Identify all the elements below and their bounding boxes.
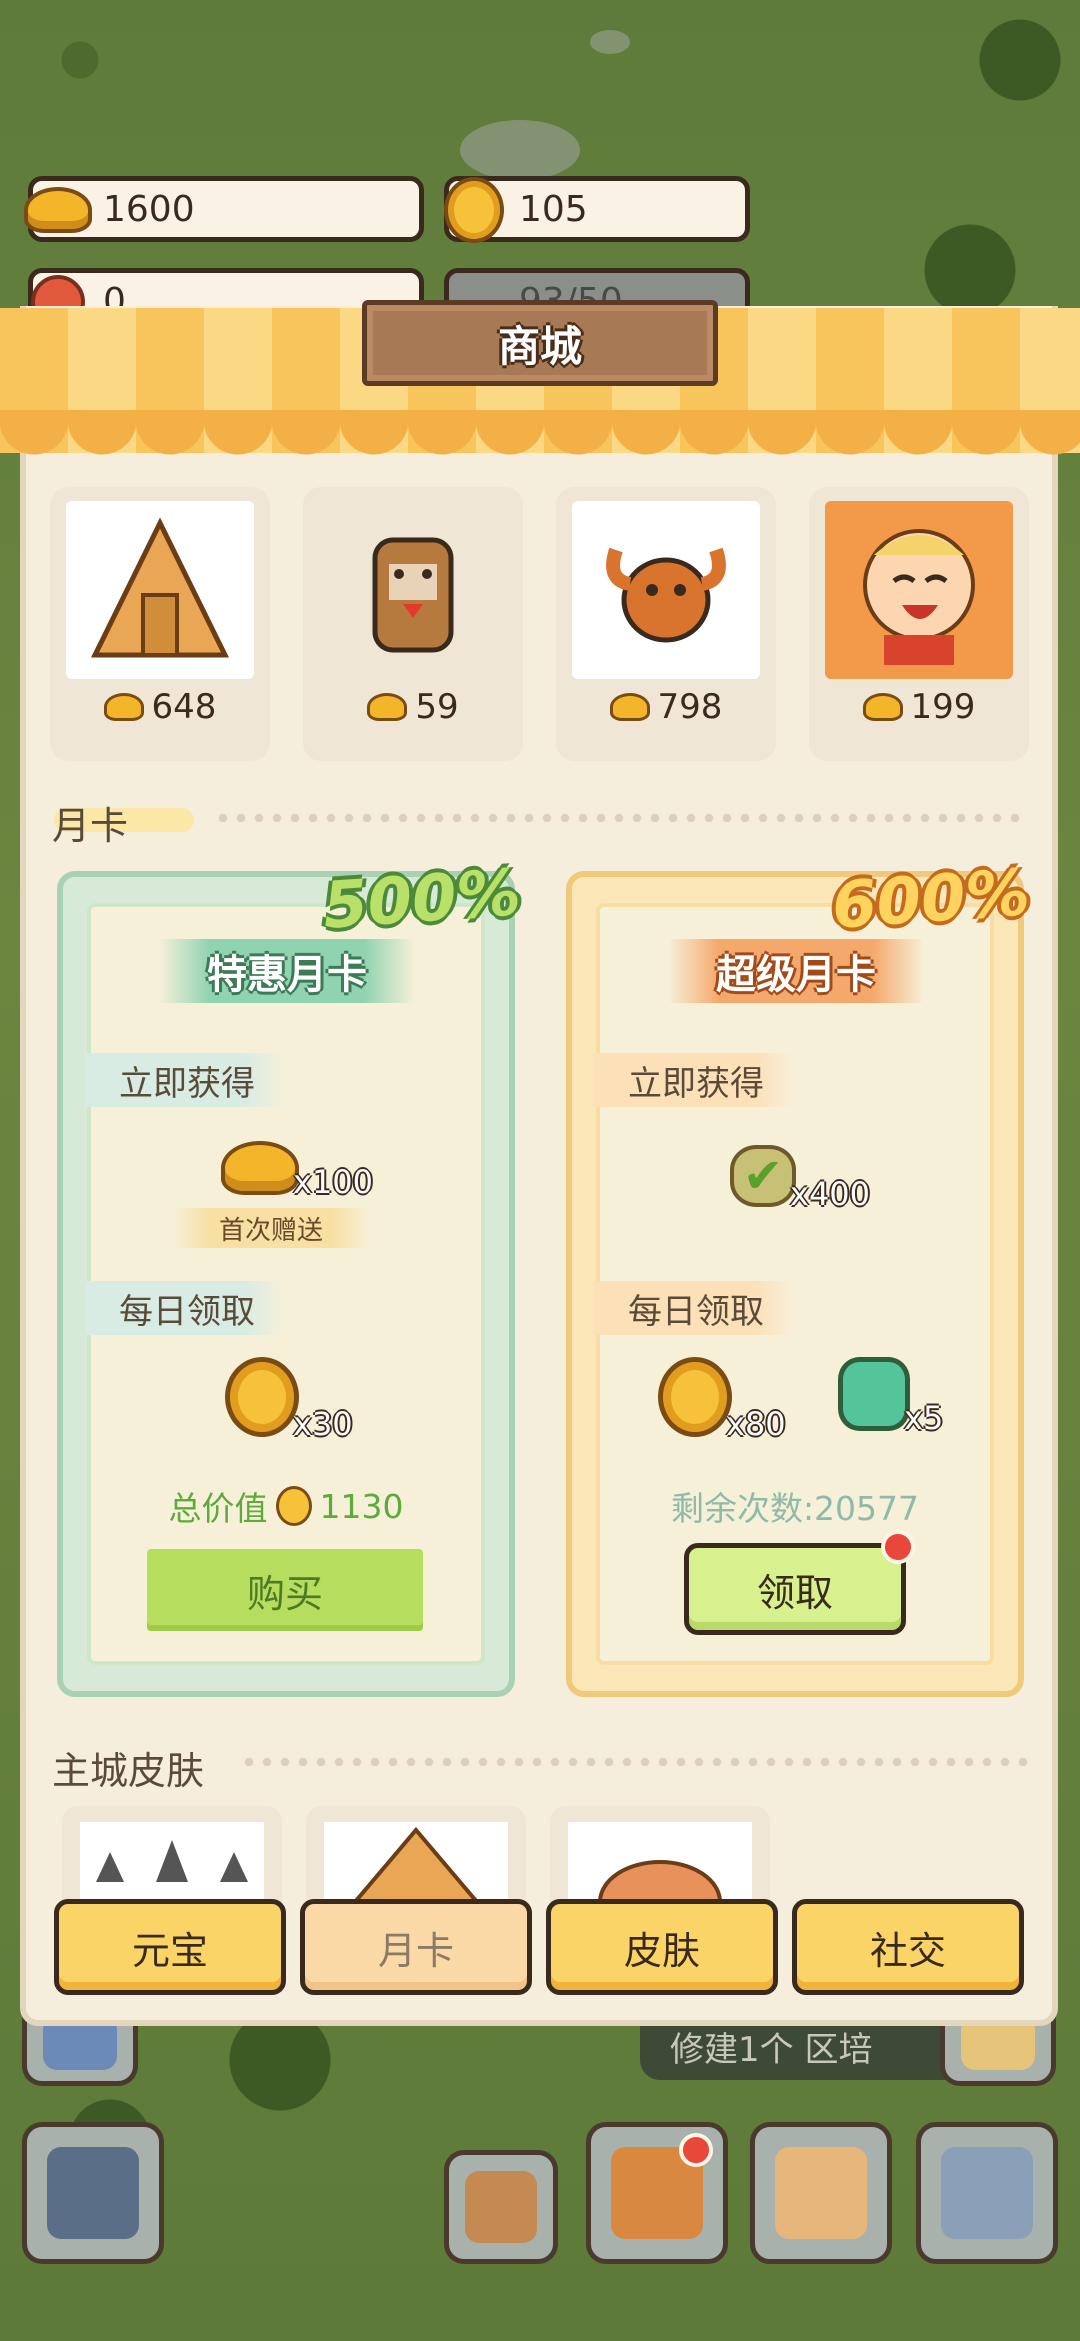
featured-item-child[interactable]: 199 [809, 487, 1029, 761]
instant-qty: x400 [790, 1175, 871, 1213]
bag-icon [464, 2170, 538, 2244]
gold-coin-icon [225, 1357, 299, 1437]
instant-qty: x100 [293, 1163, 374, 1201]
daily-qty: x30 [293, 1405, 353, 1443]
instant-reward: x100 [221, 1141, 373, 1201]
card-title: 特惠月卡 [159, 939, 415, 1003]
instant-label: 立即获得 [594, 1053, 794, 1107]
featured-item-dog[interactable]: 59 [303, 487, 523, 761]
ingot-icon [103, 693, 144, 721]
rock-decoration [590, 30, 630, 54]
item-price: 59 [303, 683, 523, 731]
map-icon [774, 2146, 868, 2240]
first-gift-label: 首次赠送 [171, 1208, 371, 1248]
claim-button[interactable]: 领取 [684, 1530, 915, 1635]
daily-reward: x30 [225, 1357, 353, 1443]
rock-decoration [460, 120, 580, 180]
item-price: 648 [50, 683, 270, 731]
daily-label: 每日领取 [594, 1281, 794, 1335]
percent-badge: 500% [320, 856, 524, 944]
coin-resource-bar: 105 [444, 176, 750, 243]
laughing-child-art [825, 501, 1013, 679]
gold-coin-icon [658, 1357, 732, 1437]
coin-icon [275, 1486, 312, 1526]
total-amount: 1130 [319, 1486, 404, 1526]
percent-badge: 600% [829, 856, 1033, 944]
monthly-card-discount: 500% 特惠月卡 立即获得 x100 首次赠送 每日领取 x30 总价值 11… [57, 856, 523, 1697]
section-divider [240, 1758, 1030, 1766]
total-value: 总价值 1130 [63, 1482, 509, 1530]
dock-home-button[interactable] [22, 2122, 164, 2264]
shop-title: 商城 [497, 321, 582, 371]
skin-item[interactable] [550, 1806, 770, 1906]
section-divider [214, 814, 1024, 822]
crab-warrior-art [572, 501, 760, 679]
ingot-icon [367, 693, 408, 721]
remaining-count: 剩余次数:20577 [670, 1489, 920, 1528]
featured-item-crab[interactable]: 798 [556, 487, 776, 761]
ingot-icon [862, 693, 903, 721]
dock-friends-button[interactable] [916, 2122, 1058, 2264]
check-token-icon: ✔ [730, 1145, 796, 1207]
skin-item[interactable] [62, 1806, 282, 1906]
tab-monthly-card[interactable]: 月卡 [300, 1899, 532, 1995]
stone-castle-skin-art [80, 1822, 264, 1906]
gold-ingot-icon [23, 177, 93, 243]
tab-ingot[interactable]: 元宝 [54, 1899, 286, 1995]
friends-icon [940, 2146, 1034, 2240]
castle-return-icon [46, 2146, 140, 2240]
ingot-resource-bar: 1600 [24, 176, 424, 242]
notification-dot [679, 2133, 713, 2167]
monthly-card-super: 600% 超级月卡 立即获得 ✔ x400 每日领取 x80 x5 剩余次数:2… [566, 856, 1032, 1697]
daily-label: 每日领取 [85, 1281, 285, 1335]
task-hint-text: 修建1个 区培 [670, 2029, 873, 2070]
card-title: 超级月卡 [668, 939, 924, 1003]
gold-coin-icon [439, 177, 509, 243]
total-label: 总价值 [168, 1489, 268, 1528]
tab-skin[interactable]: 皮肤 [546, 1899, 778, 1995]
shop-title-plank: 商城 [362, 300, 718, 386]
daily-reward-coin: x80 [658, 1357, 786, 1443]
gold-ingot-icon [221, 1141, 299, 1195]
daily-qty: x80 [726, 1405, 786, 1443]
dock-shop-button[interactable] [586, 2122, 728, 2264]
pyramid-skin-art [324, 1822, 508, 1906]
notification-dot [881, 1530, 915, 1564]
coin-count: 105 [519, 188, 588, 230]
claim-label: 领取 [756, 1570, 833, 1615]
daily-reward-gem: x5 [838, 1357, 943, 1437]
awning-scallop [0, 420, 1080, 460]
monthly-section-title: 月卡 [52, 804, 129, 848]
dog-pet-art [319, 501, 507, 679]
tab-social[interactable]: 社交 [792, 1899, 1024, 1995]
green-gem-icon [838, 1357, 910, 1431]
skin-item[interactable] [306, 1806, 526, 1906]
daily-qty: x5 [904, 1399, 944, 1437]
ingot-count: 1600 [103, 188, 195, 230]
featured-item-pyramid[interactable]: 648 [50, 487, 270, 761]
item-price: 798 [556, 683, 776, 731]
skin-section-title: 主城皮肤 [52, 1749, 205, 1793]
instant-reward: ✔ x400 [730, 1145, 870, 1213]
pyramid-art [66, 501, 254, 679]
buy-button[interactable]: 购买 [147, 1549, 423, 1631]
ingot-icon [609, 693, 650, 721]
item-price: 199 [809, 683, 1029, 731]
crab-skin-art [568, 1822, 752, 1906]
instant-label: 立即获得 [85, 1053, 285, 1107]
dock-bag-button[interactable] [444, 2150, 558, 2264]
dock-map-button[interactable] [750, 2122, 892, 2264]
